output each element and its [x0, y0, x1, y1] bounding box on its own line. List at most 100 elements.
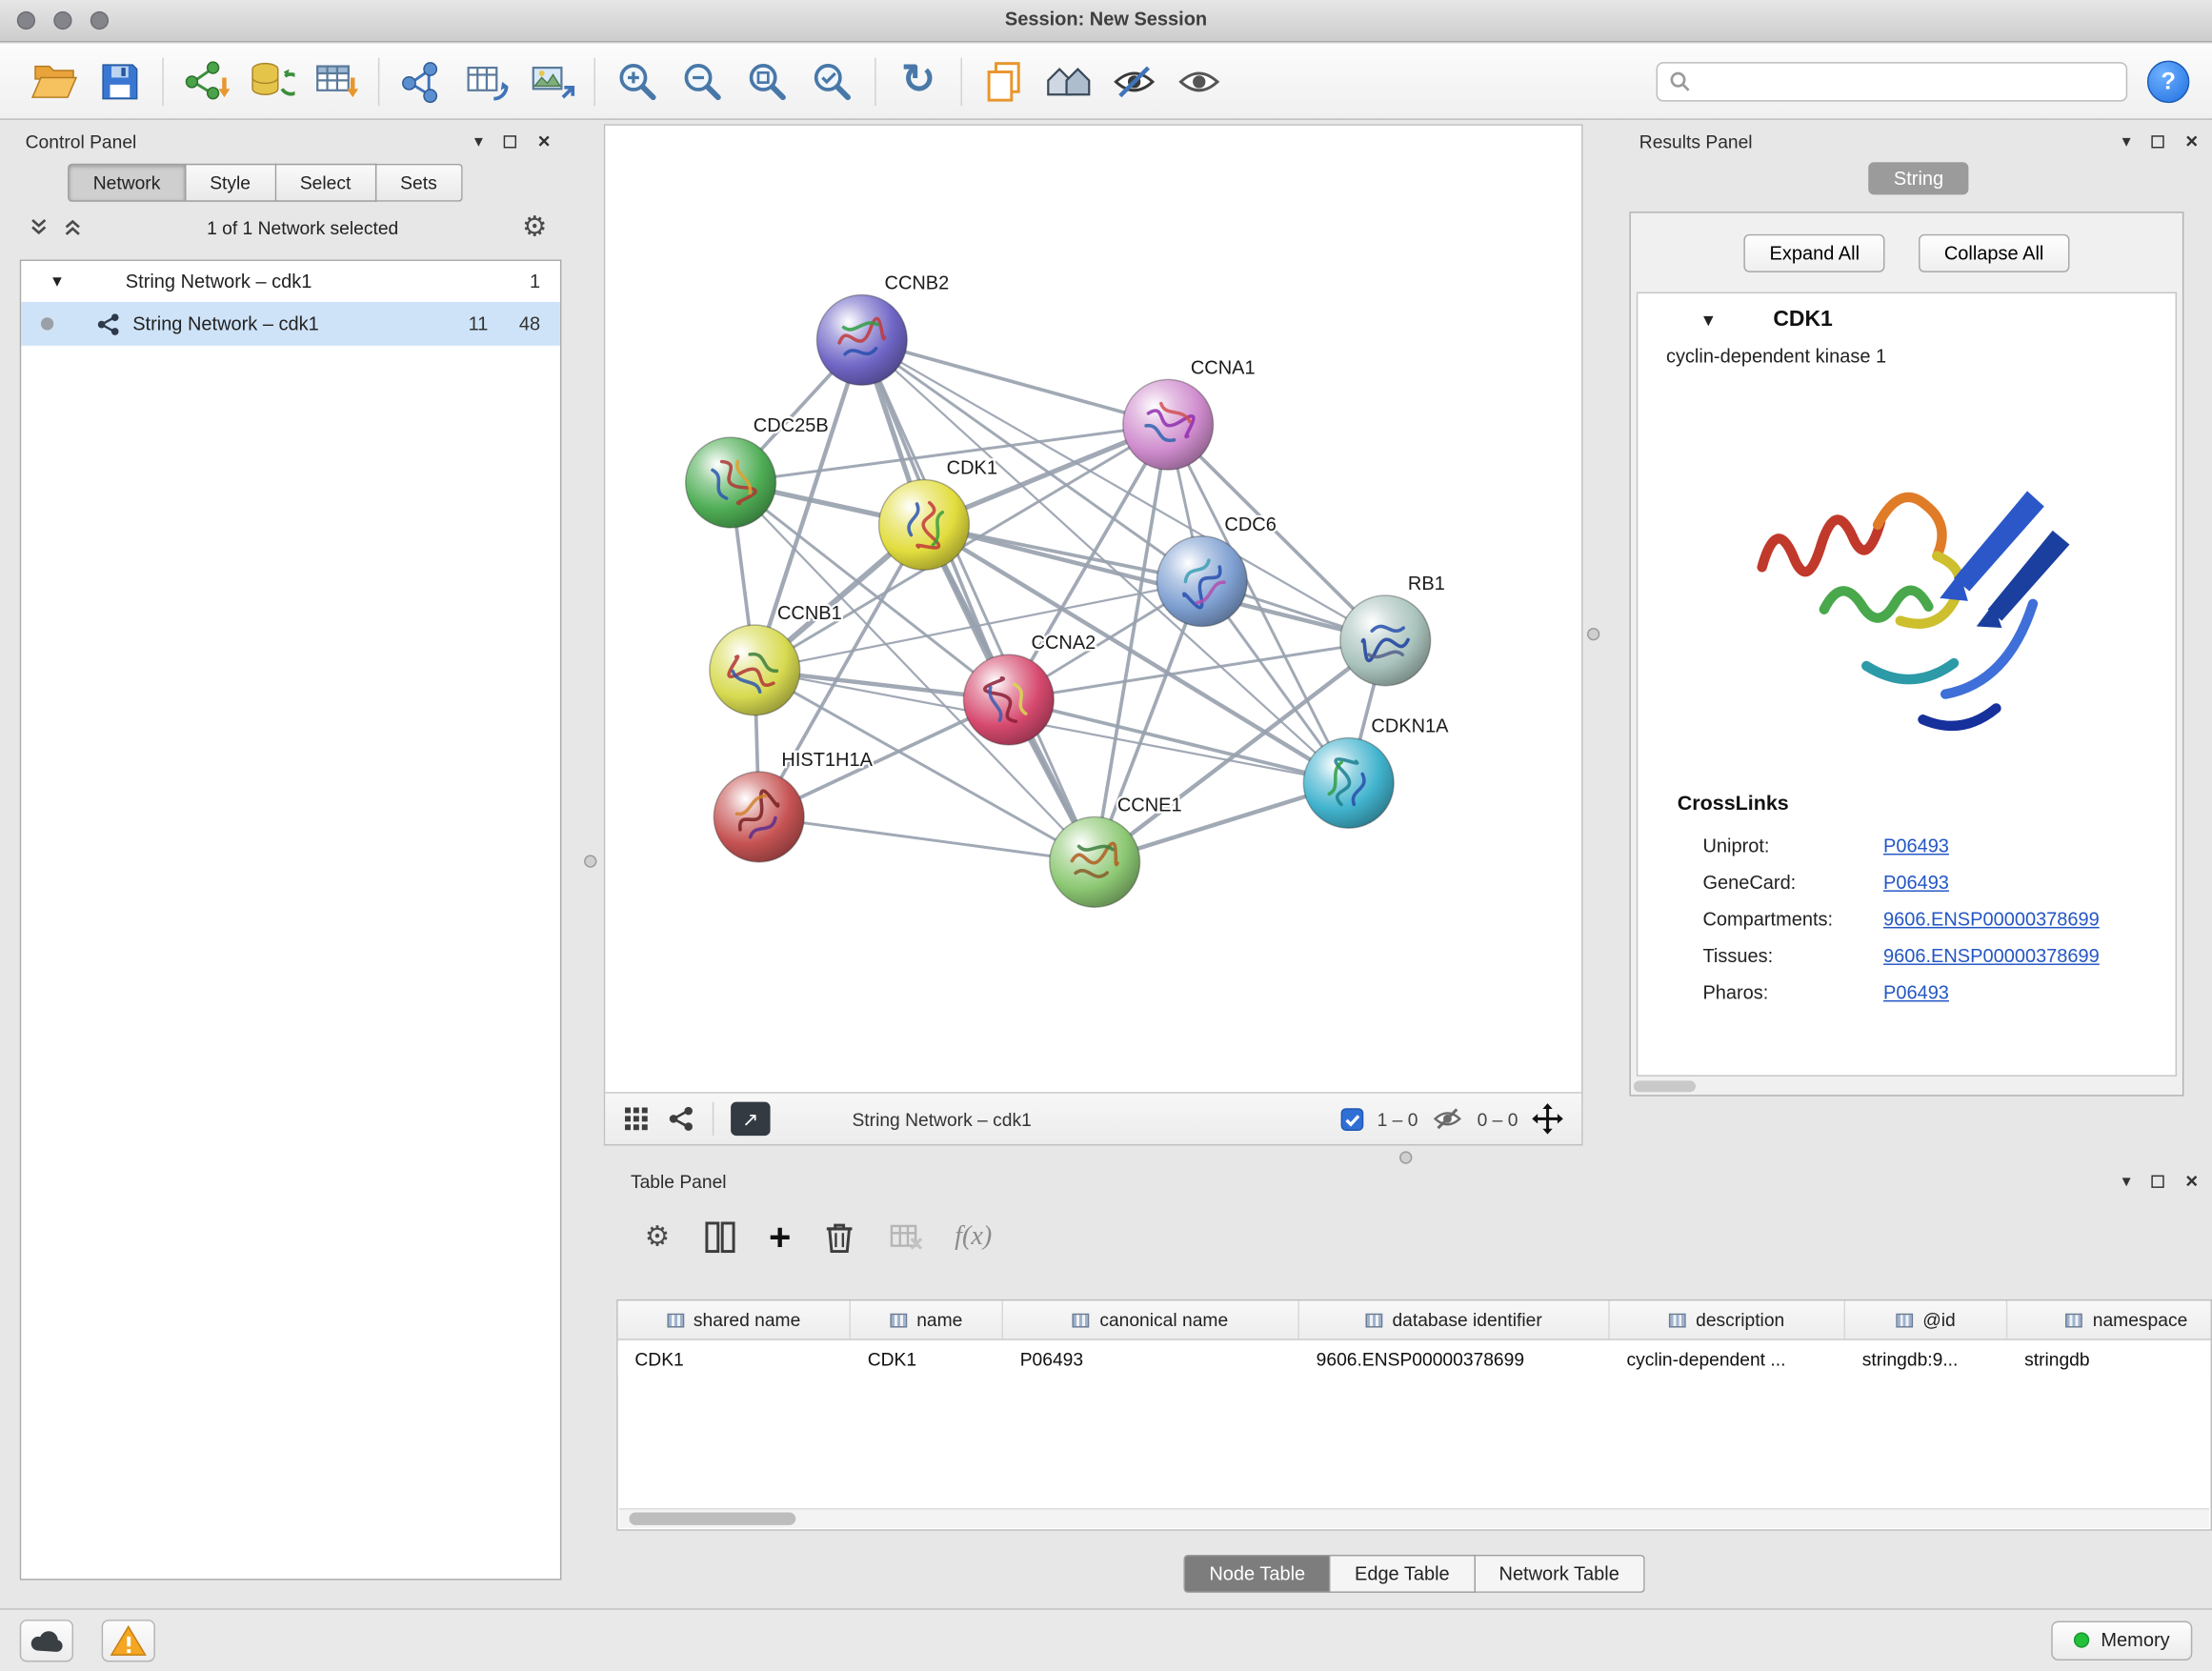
- collapse-all-icon[interactable]: [29, 216, 50, 239]
- selected-checkbox-icon[interactable]: [1340, 1107, 1364, 1131]
- network-node-CCNA2[interactable]: [963, 654, 1054, 745]
- session-home-button[interactable]: [1036, 50, 1101, 112]
- copy-document-button[interactable]: [972, 50, 1036, 112]
- selected-count: 1 – 0: [1377, 1108, 1418, 1129]
- node-label-HIST1H1A: HIST1H1A: [781, 750, 873, 771]
- cloud-status-button[interactable]: [20, 1619, 73, 1661]
- crosslink-genecard-link[interactable]: P06493: [1883, 871, 1949, 892]
- search-box[interactable]: [1657, 61, 2128, 100]
- import-network-database-button[interactable]: [238, 50, 303, 112]
- tab-sets[interactable]: Sets: [376, 164, 462, 202]
- network-row-selected[interactable]: String Network – cdk1 11 48: [21, 302, 560, 346]
- memory-button[interactable]: Memory: [2052, 1621, 2193, 1660]
- search-input[interactable]: [1699, 70, 2114, 91]
- network-view-toolbar: ↗ String Network – cdk1 1 – 0 0 – 0: [605, 1092, 1581, 1144]
- tab-select[interactable]: Select: [276, 164, 376, 202]
- network-node-CDKN1A[interactable]: [1303, 738, 1394, 829]
- panel-float-icon[interactable]: [2152, 134, 2164, 147]
- panel-float-icon[interactable]: [2152, 1175, 2164, 1187]
- network-node-CDC6[interactable]: [1156, 536, 1247, 627]
- tab-network-table[interactable]: Network Table: [1475, 1555, 1644, 1593]
- splitter-handle[interactable]: [584, 855, 596, 867]
- column-header-shared-name[interactable]: shared name: [618, 1300, 851, 1339]
- crosslink-compartments-link[interactable]: 9606.ENSP00000378699: [1883, 908, 2100, 929]
- zoom-selected-button[interactable]: [800, 50, 865, 112]
- tab-style[interactable]: Style: [186, 164, 276, 202]
- network-node-CCNA1[interactable]: [1123, 379, 1214, 470]
- network-options-gear-icon[interactable]: ⚙: [522, 213, 548, 242]
- save-session-button[interactable]: [88, 50, 152, 112]
- refresh-view-button[interactable]: ↻: [886, 50, 951, 112]
- magnifier-minus-icon: [680, 58, 725, 103]
- warnings-button[interactable]: [102, 1619, 155, 1661]
- panel-float-icon[interactable]: [504, 134, 516, 147]
- control-panel-header: Control Panel ▾ ×: [11, 124, 565, 158]
- hide-selected-button[interactable]: [1102, 50, 1167, 112]
- tab-network[interactable]: Network: [68, 164, 186, 202]
- share-network-icon[interactable]: [667, 1105, 695, 1134]
- expand-all-icon[interactable]: [62, 216, 83, 239]
- import-network-file-button[interactable]: [173, 50, 238, 112]
- panel-menu-icon[interactable]: ▾: [474, 132, 483, 150]
- new-network-button[interactable]: [390, 50, 454, 112]
- zoom-in-button[interactable]: [605, 50, 670, 112]
- collapse-all-button[interactable]: Collapse All: [1919, 234, 2069, 272]
- column-header-name[interactable]: name: [851, 1300, 1003, 1339]
- panel-menu-icon[interactable]: ▾: [2122, 132, 2131, 150]
- open-external-button[interactable]: ↗: [731, 1102, 770, 1137]
- grid-view-icon[interactable]: [622, 1105, 651, 1134]
- panel-close-icon[interactable]: ×: [2185, 131, 2198, 151]
- string-results-tab[interactable]: String: [1868, 162, 1969, 194]
- results-scrollbar[interactable]: [1634, 1080, 1696, 1092]
- network-node-CCNB1[interactable]: [710, 625, 800, 715]
- network-node-CCNE1[interactable]: [1050, 816, 1140, 907]
- crosslink-pharos-link[interactable]: P06493: [1883, 981, 1949, 1002]
- table-row[interactable]: CDK1 CDK1 P06493 9606.ENSP00000378699 cy…: [618, 1340, 2211, 1379]
- hidden-eye-icon[interactable]: [1431, 1105, 1465, 1134]
- pan-crosshair-icon[interactable]: [1531, 1102, 1565, 1137]
- network-node-CDC25B[interactable]: [686, 437, 776, 528]
- column-header-id[interactable]: @id: [1845, 1300, 2007, 1339]
- section-collapse-icon[interactable]: ▼: [1699, 311, 1717, 331]
- table-horizontal-scrollbar[interactable]: [619, 1508, 2209, 1528]
- network-node-RB1[interactable]: [1340, 595, 1431, 686]
- show-all-button[interactable]: [1167, 50, 1232, 112]
- column-header-description[interactable]: description: [1610, 1300, 1845, 1339]
- expand-all-button[interactable]: Expand All: [1744, 234, 1885, 272]
- network-edge[interactable]: [759, 816, 1095, 861]
- crosslink-uniprot-link[interactable]: P06493: [1883, 835, 1949, 856]
- table-settings-gear-icon[interactable]: ⚙: [645, 1223, 671, 1252]
- network-node-CCNB2[interactable]: [816, 295, 907, 386]
- delete-column-trash-icon[interactable]: [822, 1218, 856, 1256]
- splitter-handle[interactable]: [1587, 628, 1599, 640]
- crosslink-tissues-link[interactable]: 9606.ENSP00000378699: [1883, 944, 2100, 965]
- tab-edge-table[interactable]: Edge Table: [1331, 1555, 1476, 1593]
- panel-close-icon[interactable]: ×: [2185, 1170, 2198, 1191]
- network-from-table-button[interactable]: [454, 50, 519, 112]
- import-table-file-button[interactable]: [303, 50, 368, 112]
- network-node-CDK1[interactable]: [879, 480, 970, 571]
- network-collection-row[interactable]: ▼ String Network – cdk1 1: [21, 261, 560, 302]
- tab-node-table[interactable]: Node Table: [1184, 1555, 1331, 1593]
- column-header-database-identifier[interactable]: database identifier: [1299, 1300, 1610, 1339]
- help-button[interactable]: ?: [2147, 60, 2189, 102]
- column-header-namespace[interactable]: namespace: [2007, 1300, 2212, 1339]
- zoom-fit-button[interactable]: [735, 50, 800, 112]
- tree-expand-icon[interactable]: ▼: [50, 273, 70, 291]
- column-sort-icon: [667, 1313, 684, 1327]
- zoom-out-button[interactable]: [670, 50, 734, 112]
- scrollbar-thumb[interactable]: [629, 1513, 795, 1525]
- open-session-button[interactable]: [23, 50, 88, 112]
- collection-count: 1: [530, 271, 540, 292]
- crosslink-row: Tissues: 9606.ENSP00000378699: [1638, 936, 2175, 974]
- panel-close-icon[interactable]: ×: [538, 131, 551, 151]
- column-header-canonical-name[interactable]: canonical name: [1003, 1300, 1299, 1339]
- add-column-icon[interactable]: +: [769, 1218, 791, 1257]
- splitter-handle[interactable]: [1399, 1151, 1412, 1163]
- panel-menu-icon[interactable]: ▾: [2122, 1173, 2131, 1190]
- export-image-button[interactable]: [519, 50, 584, 112]
- network-canvas[interactable]: CCNB2CCNA1CDC25BCDK1CDC6RB1CCNB1CCNA2CDK…: [605, 126, 1581, 1092]
- show-columns-icon[interactable]: [701, 1218, 738, 1256]
- network-edge[interactable]: [862, 340, 1095, 862]
- network-node-HIST1H1A[interactable]: [714, 772, 804, 862]
